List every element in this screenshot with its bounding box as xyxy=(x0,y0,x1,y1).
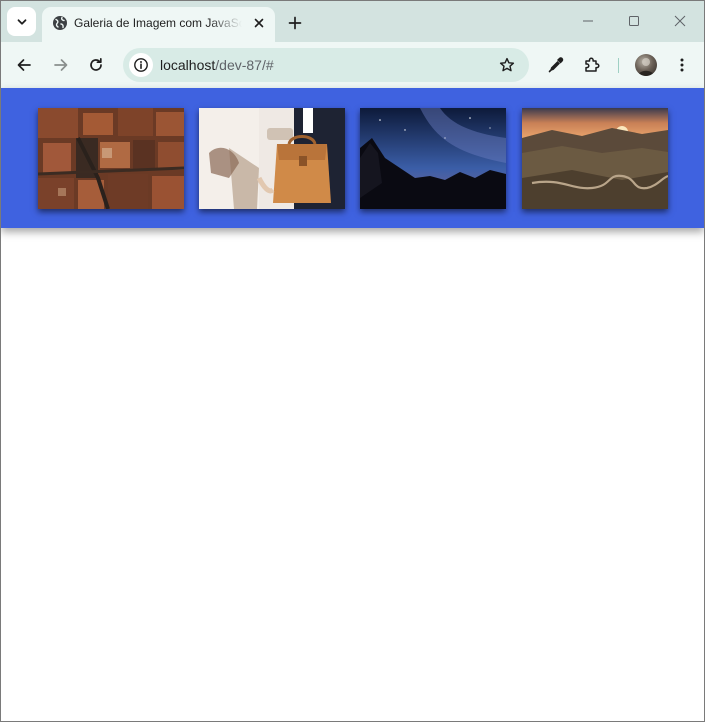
arrow-left-icon xyxy=(17,59,31,71)
url-host: localhost xyxy=(160,57,216,73)
site-info-button[interactable] xyxy=(129,53,153,77)
kebab-menu-icon xyxy=(680,58,684,72)
reload-icon xyxy=(90,57,102,71)
minimize-icon xyxy=(583,20,593,22)
gallery-image-road[interactable] xyxy=(522,108,668,209)
toolbar-separator xyxy=(618,58,619,73)
star-icon xyxy=(499,57,515,72)
chevron-down-icon xyxy=(17,18,26,25)
window-close-button[interactable] xyxy=(668,9,692,33)
back-button[interactable] xyxy=(11,52,37,78)
address-bar[interactable]: localhost/dev-87/# xyxy=(123,48,529,82)
tab-close-button[interactable] xyxy=(251,15,267,31)
bookmark-button[interactable] xyxy=(495,53,519,77)
extensions-button[interactable] xyxy=(579,52,605,78)
close-icon xyxy=(674,15,686,27)
eyedropper-extension-button[interactable] xyxy=(543,52,569,78)
maximize-button[interactable] xyxy=(622,9,646,33)
avatar-icon xyxy=(638,58,654,76)
arrow-right-icon xyxy=(54,59,68,71)
road-image xyxy=(522,108,668,209)
browser-toolbar: localhost/dev-87/# xyxy=(1,42,704,88)
forward-button[interactable] xyxy=(48,52,74,78)
rooftops-image xyxy=(38,108,184,209)
browser-window: Galeria de Imagem com JavaScript xyxy=(0,0,705,722)
profile-avatar[interactable] xyxy=(635,54,657,76)
bag-image xyxy=(199,108,345,209)
globe-icon xyxy=(53,16,67,30)
info-icon xyxy=(134,58,148,72)
reload-button[interactable] xyxy=(83,52,109,78)
browser-menu-button[interactable] xyxy=(669,52,695,78)
gallery-image-rooftops[interactable] xyxy=(38,108,184,209)
tab-title: Galeria de Imagem com JavaScript xyxy=(74,16,242,30)
gallery-image-night-sky[interactable] xyxy=(360,108,506,209)
new-tab-button[interactable] xyxy=(283,11,307,35)
tab-search-button[interactable] xyxy=(7,7,36,36)
close-icon xyxy=(254,18,264,28)
tab-strip: Galeria de Imagem com JavaScript xyxy=(1,1,704,42)
night-sky-image xyxy=(360,108,506,209)
puzzle-icon xyxy=(585,57,600,72)
minimize-button[interactable] xyxy=(576,9,600,33)
plus-icon xyxy=(288,16,302,30)
browser-tab[interactable]: Galeria de Imagem com JavaScript xyxy=(42,7,275,42)
gallery-image-bag[interactable] xyxy=(199,108,345,209)
url-text[interactable]: localhost/dev-87/# xyxy=(160,57,274,73)
url-path: /dev-87/# xyxy=(215,57,274,73)
eyedropper-icon xyxy=(548,57,564,73)
image-gallery xyxy=(1,88,704,228)
maximize-icon xyxy=(629,16,639,26)
page-content xyxy=(1,88,704,721)
